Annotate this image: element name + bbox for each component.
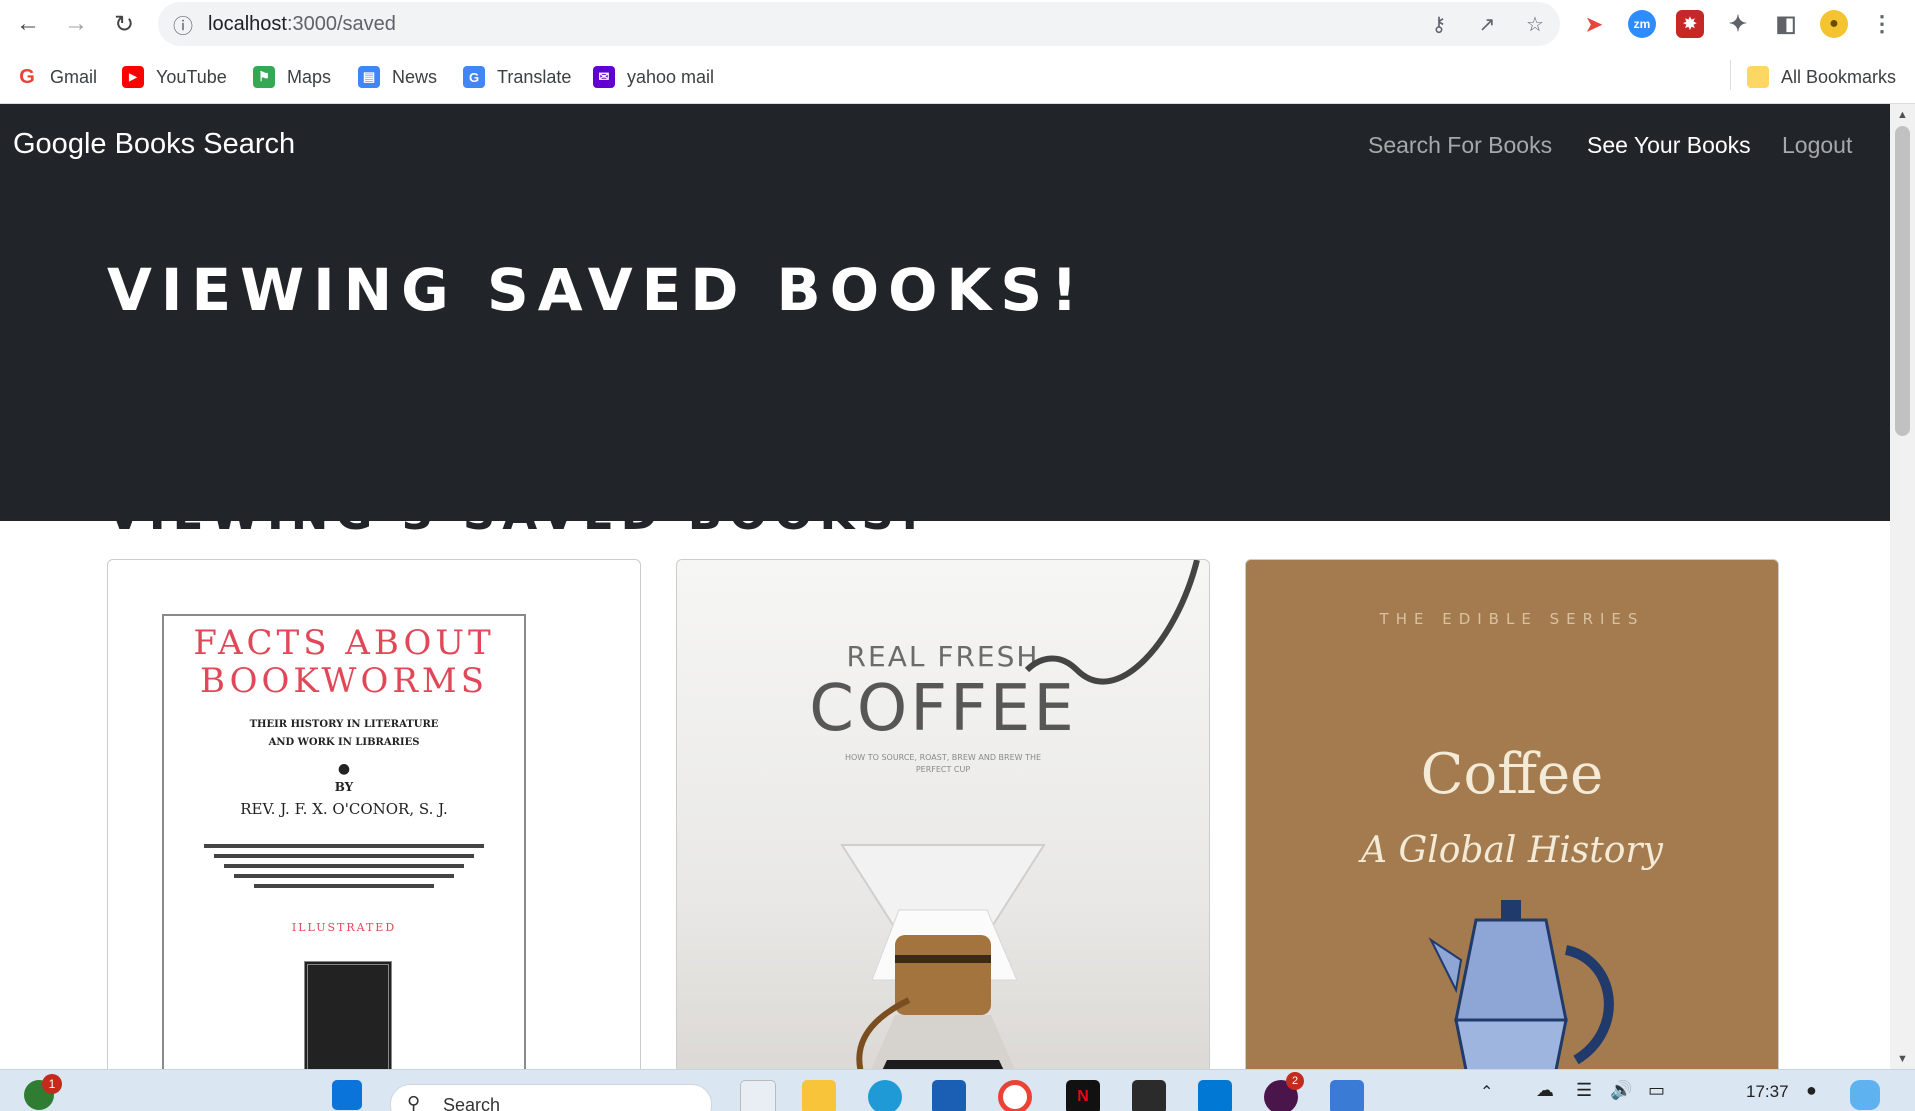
bookmark-label: News	[392, 66, 438, 87]
nav-search-for-books[interactable]: Search For Books	[1368, 132, 1552, 159]
extensions-puzzle-icon[interactable]: ✦	[1724, 10, 1752, 38]
cover-bullet-icon: ●	[337, 761, 351, 777]
cover-subtitle-line: AND WORK IN LIBRARIES	[268, 737, 420, 748]
book-card: REAL FRESH COFFEE HOW TO SOURCE, ROAST, …	[676, 559, 1210, 1069]
bookmark-label: yahoo mail	[627, 66, 715, 87]
cover-author: REV. J. F. X. O'CONOR, S. J.	[240, 800, 448, 818]
cover-subtitle-line: THEIR HISTORY IN LITERATURE	[249, 719, 439, 730]
cover-title-line: FACTS ABOUT	[193, 623, 495, 663]
folder-icon	[1747, 66, 1769, 88]
nav-see-your-books[interactable]: See Your Books	[1587, 132, 1751, 159]
windows-taskbar: 1 ⚲ Search N 2 ⌃ ☁ ☰ 🔊 ▭ 17:37 ●	[0, 1069, 1915, 1111]
onedrive-icon[interactable]: ☁	[1536, 1080, 1554, 1101]
bookmarks-bar: G Gmail ▶ YouTube ⚑ Maps ▤ News G Transl…	[0, 48, 1915, 104]
task-view-icon[interactable]	[740, 1080, 776, 1111]
nav-logout[interactable]: Logout	[1782, 132, 1852, 159]
page-title: VIEWING SAVED BOOKS!	[107, 256, 1087, 324]
bookmark-youtube[interactable]: ▶ YouTube	[122, 64, 227, 90]
vscode-icon[interactable]	[1198, 1080, 1232, 1111]
cover-title-line: BOOKWORMS	[199, 661, 489, 701]
cover-title: FACTS ABOUT BOOKWORMS	[164, 624, 524, 700]
zoom-extension-icon[interactable]: zm	[1628, 10, 1656, 38]
coffee-maker-illustration	[840, 560, 1200, 1069]
scrollbar-thumb[interactable]	[1895, 126, 1910, 436]
moka-pot-illustration	[1428, 900, 1614, 1069]
scroll-up-icon[interactable]: ▲	[1896, 108, 1909, 121]
edge-icon[interactable]	[868, 1080, 902, 1111]
all-bookmarks-button[interactable]: All Bookmarks	[1747, 64, 1896, 90]
gmail-icon: G	[19, 65, 35, 88]
wifi-icon[interactable]: ☰	[1576, 1080, 1592, 1101]
all-bookmarks-label: All Bookmarks	[1781, 66, 1897, 87]
translate-icon: G	[463, 66, 485, 88]
back-icon[interactable]: ←	[10, 6, 46, 42]
saved-books-count-heading: VIEWING 3 SAVED BOOKS:	[107, 487, 926, 540]
bookmark-label: Gmail	[50, 66, 98, 87]
cover-small-print	[194, 838, 494, 908]
share-icon[interactable]: ↗	[1474, 11, 1500, 37]
file-explorer-icon[interactable]	[802, 1080, 836, 1111]
password-key-icon[interactable]: ⚷	[1426, 11, 1452, 37]
bookmark-yahoo-mail[interactable]: ✉ yahoo mail	[593, 64, 714, 90]
chevron-up-icon[interactable]: ⌃	[1480, 1082, 1493, 1102]
cover-by: BY	[334, 780, 354, 794]
bookmark-label: Translate	[497, 66, 572, 87]
terminal-icon[interactable]	[1132, 1080, 1166, 1111]
book-cover-image: THE EDIBLE SERIES Coffee A Global Histor…	[1246, 560, 1778, 1069]
news-icon: ▤	[358, 66, 380, 88]
side-panel-icon[interactable]: ◧	[1772, 10, 1800, 38]
start-windows-icon[interactable]	[332, 1080, 362, 1110]
battery-icon[interactable]: ▭	[1648, 1080, 1665, 1101]
profile-avatar[interactable]: ●	[1820, 10, 1848, 38]
bookmark-gmail[interactable]: G Gmail	[16, 64, 97, 90]
bookmark-label: Maps	[287, 66, 332, 87]
navbar: Google Books Search Search For Books See…	[0, 104, 1890, 191]
menu-kebab-icon[interactable]: ⋮	[1868, 10, 1896, 38]
bookmark-translate[interactable]: G Translate	[463, 64, 571, 90]
cover-illustrated: ILLUSTRATED	[291, 921, 397, 934]
bookmark-star-icon[interactable]: ☆	[1522, 11, 1548, 37]
bookmark-maps[interactable]: ⚑ Maps	[253, 64, 331, 90]
extension-red-icon[interactable]: ✸	[1676, 10, 1704, 38]
bookmarks-divider	[1730, 60, 1731, 90]
page-scrollbar[interactable]: ▲ ▼	[1890, 104, 1915, 1069]
hero-banner	[0, 191, 1890, 521]
forward-icon[interactable]: →	[58, 6, 94, 42]
cover-emblem-icon	[304, 961, 392, 1069]
netflix-icon[interactable]: N	[1066, 1080, 1100, 1111]
slack-badge: 2	[1286, 1072, 1304, 1090]
copilot-icon[interactable]	[1850, 1080, 1880, 1110]
bookmark-news[interactable]: ▤ News	[358, 64, 437, 90]
taskbar-search[interactable]: ⚲ Search	[390, 1084, 712, 1111]
book-cover-image: REAL FRESH COFFEE HOW TO SOURCE, ROAST, …	[677, 560, 1209, 1069]
youtube-icon: ▶	[122, 66, 144, 88]
store-icon[interactable]	[932, 1080, 966, 1111]
browser-toolbar: ← → ↻ ⓘ localhost:3000/saved ⚷ ↗ ☆ ➤ zm …	[0, 0, 1915, 48]
book-card: THE EDIBLE SERIES Coffee A Global Histor…	[1245, 559, 1779, 1069]
site-info-icon[interactable]: ⓘ	[170, 11, 196, 38]
yahoo-mail-icon: ✉	[593, 66, 615, 88]
web-page: Google Books Search Search For Books See…	[0, 104, 1890, 1069]
chrome-icon[interactable]	[998, 1080, 1032, 1111]
reload-icon[interactable]: ↻	[106, 6, 142, 42]
clock-time[interactable]: 17:37	[1746, 1082, 1789, 1102]
notification-badge: 1	[42, 1074, 62, 1094]
bookmark-label: YouTube	[156, 66, 227, 87]
search-icon: ⚲	[407, 1093, 421, 1111]
maps-icon: ⚑	[253, 66, 275, 88]
notepad-icon[interactable]	[1330, 1080, 1364, 1111]
volume-icon[interactable]: 🔊	[1610, 1080, 1632, 1101]
taskbar-search-label: Search	[443, 1095, 501, 1111]
extension-arrow-icon[interactable]: ➤	[1580, 10, 1608, 38]
book-cover-image: FACTS ABOUT BOOKWORMS THEIR HISTORY IN L…	[162, 614, 526, 1069]
book-card: FACTS ABOUT BOOKWORMS THEIR HISTORY IN L…	[107, 559, 641, 1069]
scroll-down-icon[interactable]: ▼	[1896, 1052, 1909, 1065]
address-bar[interactable]: ⓘ localhost:3000/saved ⚷ ↗ ☆	[158, 2, 1560, 46]
address-url[interactable]: localhost:3000/saved	[208, 13, 396, 36]
notifications-bell-icon[interactable]: ●	[1806, 1080, 1817, 1101]
cover-subtitle: THEIR HISTORY IN LITERATURE AND WORK IN …	[164, 716, 524, 818]
brand-link[interactable]: Google Books Search	[13, 128, 295, 161]
